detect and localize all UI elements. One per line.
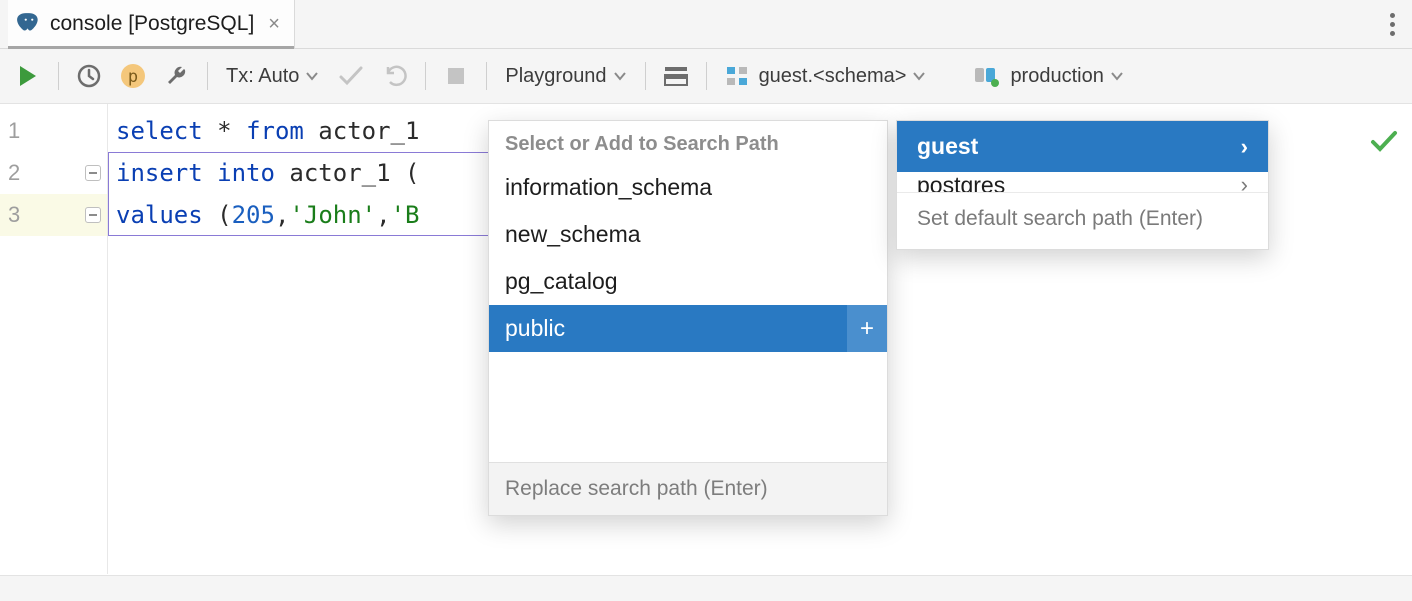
chevron-down-icon: [912, 69, 926, 83]
playground-dropdown[interactable]: Playground: [499, 58, 632, 94]
chevron-down-icon: [613, 69, 627, 83]
chevron-right-icon: ›: [1241, 134, 1248, 160]
rollback-icon[interactable]: [377, 58, 413, 94]
line-number: 3: [8, 202, 20, 228]
separator: [425, 62, 426, 90]
close-icon[interactable]: ×: [268, 13, 280, 36]
schema-dropdown[interactable]: guest.<schema>: [719, 58, 933, 94]
gutter: 1 2 3: [0, 104, 108, 574]
schema-label: guest.<schema>: [759, 65, 907, 88]
session-dropdown[interactable]: production: [968, 58, 1129, 94]
toolbar: p Tx: Auto Playground guest.<schema> p: [0, 49, 1412, 104]
separator: [486, 62, 487, 90]
history-icon[interactable]: [71, 58, 107, 94]
layout-icon[interactable]: [658, 58, 694, 94]
chevron-right-icon: ›: [1241, 172, 1248, 192]
separator: [58, 62, 59, 90]
popup-footer: Set default search path (Enter): [897, 192, 1268, 249]
tx-mode-dropdown[interactable]: Tx: Auto: [220, 58, 325, 94]
schema-tree-icon: [725, 65, 749, 87]
schema-option[interactable]: pg_catalog: [489, 258, 887, 305]
tab-title: console [PostgreSQL]: [50, 12, 254, 36]
postgresql-icon: [16, 11, 42, 37]
fold-icon[interactable]: [85, 207, 101, 223]
separator: [207, 62, 208, 90]
wrench-icon[interactable]: [159, 58, 195, 94]
fold-icon[interactable]: [85, 165, 101, 181]
kebab-menu-icon[interactable]: [1372, 13, 1412, 36]
stop-icon[interactable]: [438, 58, 474, 94]
schema-search-path-popup: Select or Add to Search Path information…: [488, 120, 888, 516]
separator: [645, 62, 646, 90]
parameter-icon[interactable]: p: [115, 58, 151, 94]
popup-footer: Replace search path (Enter): [489, 462, 887, 515]
status-bar: [0, 575, 1412, 601]
add-icon[interactable]: +: [847, 305, 887, 352]
chevron-down-icon: [305, 69, 319, 83]
separator: [706, 62, 707, 90]
tx-label: Tx: Auto: [226, 65, 299, 88]
schema-option-selected[interactable]: public +: [489, 305, 887, 352]
popup-header: Select or Add to Search Path: [489, 121, 887, 164]
line-number: 2: [8, 160, 20, 186]
line-number: 1: [8, 118, 20, 144]
db-option-selected[interactable]: guest ›: [897, 121, 1268, 172]
commit-icon[interactable]: [333, 58, 369, 94]
playground-label: Playground: [505, 65, 606, 88]
session-label: production: [1010, 65, 1103, 88]
run-button[interactable]: [10, 58, 46, 94]
ok-check-icon: [1370, 130, 1398, 154]
db-option[interactable]: postgres ›: [897, 172, 1268, 192]
schema-option[interactable]: information_schema: [489, 164, 887, 211]
database-popup: guest › postgres › Set default search pa…: [896, 120, 1269, 250]
tab-bar: console [PostgreSQL] ×: [0, 0, 1412, 49]
schema-option[interactable]: new_schema: [489, 211, 887, 258]
chevron-down-icon: [1110, 69, 1124, 83]
editor-tab-console[interactable]: console [PostgreSQL] ×: [8, 0, 295, 48]
datasource-icon: [974, 65, 1000, 87]
svg-text:p: p: [128, 67, 138, 87]
